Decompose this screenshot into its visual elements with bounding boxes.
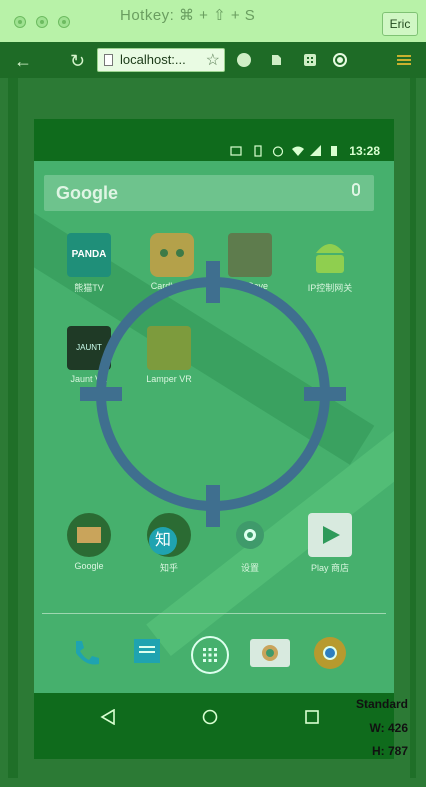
microphone-icon[interactable]: [352, 183, 360, 196]
app-label: Play 商店: [310, 563, 349, 573]
window-titlebar: Hotkey: ⌘ + ⇧ + S Eric: [0, 0, 426, 42]
reload-icon[interactable]: ↻: [70, 52, 85, 70]
width-label: W: 426: [369, 721, 408, 735]
back-triangle-icon[interactable]: [100, 709, 116, 725]
minimize-window-button[interactable]: [36, 16, 48, 28]
messenger-icon[interactable]: [130, 635, 166, 671]
wifi-icon: [292, 146, 304, 156]
camera-app-icon[interactable]: [250, 635, 290, 671]
back-arrow-icon[interactable]: ←: [14, 52, 32, 70]
frame-border-left: [8, 78, 18, 778]
dock-divider: [42, 613, 386, 614]
status-bar: 13:28: [34, 141, 394, 161]
chrome-icon[interactable]: [312, 635, 348, 671]
signal-icon: [310, 145, 321, 156]
navigation-bar: [34, 693, 394, 759]
evernote-icon[interactable]: [268, 52, 284, 68]
extension-grid-icon[interactable]: [302, 52, 318, 68]
page-icon: [104, 54, 113, 66]
zoom-window-button[interactable]: [58, 16, 70, 28]
status-time: 13:28: [349, 144, 380, 158]
extension-circle-icon[interactable]: [236, 52, 252, 68]
mode-label: Standard: [355, 697, 408, 711]
home-circle-icon[interactable]: [202, 709, 218, 725]
zhihu-icon-text: 知: [149, 527, 177, 555]
crosshair-overlay: [80, 261, 346, 527]
google-logo: Google: [56, 183, 118, 203]
url-text: localhost:...: [120, 52, 186, 67]
close-window-button[interactable]: [14, 16, 26, 28]
home-screen: Google PANDA 熊猫TV Cardboard VR Cave IP控制…: [34, 161, 394, 693]
phone-app-icon[interactable]: [68, 635, 104, 671]
app-drawer-icon[interactable]: [190, 635, 230, 675]
app-label: Google: [74, 561, 104, 571]
menu-hamburger-icon[interactable]: [396, 52, 412, 68]
extension-ring-icon[interactable]: [332, 52, 348, 68]
frame-border-right: [410, 78, 416, 778]
recents-square-icon[interactable]: [304, 709, 320, 725]
app-label: 知乎: [159, 563, 178, 573]
profile-button[interactable]: Eric: [382, 12, 418, 36]
alarm-icon: [272, 146, 284, 157]
window-title: Hotkey: ⌘ + ⇧ + S: [120, 7, 256, 24]
phone-screen: 13:28 Google PANDA 熊猫TV Cardboard VR Cav…: [34, 119, 394, 759]
panda-tv-icon-text: PANDA: [71, 249, 107, 260]
battery-icon: [331, 146, 337, 156]
height-label: H: 787: [371, 744, 408, 758]
vibrate-icon: [254, 145, 262, 157]
google-search-bar[interactable]: Google: [44, 175, 374, 211]
address-bar[interactable]: localhost:... ☆: [97, 48, 225, 72]
bookmark-star-icon[interactable]: ☆: [206, 50, 220, 70]
app-label: 设置: [240, 563, 259, 573]
cast-icon: [230, 146, 242, 156]
